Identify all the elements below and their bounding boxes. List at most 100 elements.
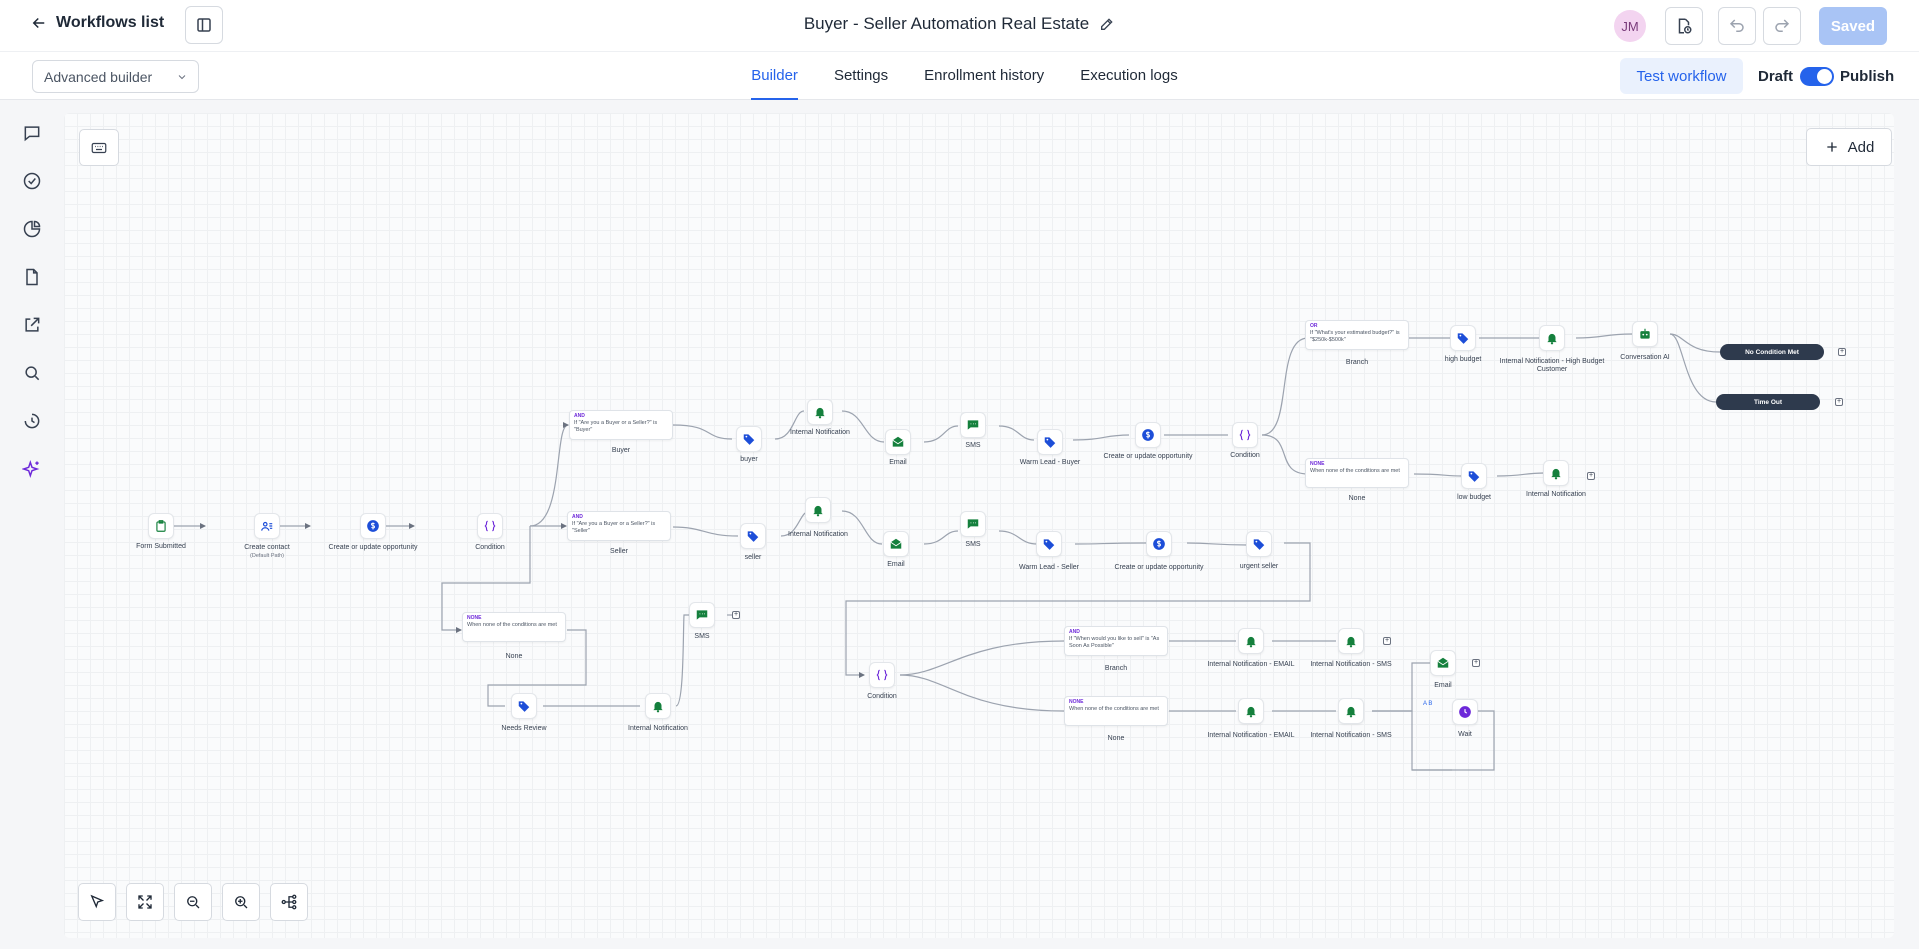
warm-lead-buyer-node[interactable] [1037,429,1063,455]
zoom-out-button[interactable] [174,883,212,921]
version-history-button[interactable] [1665,7,1703,45]
create-contact-node[interactable] [254,513,280,539]
email-seller-node[interactable] [883,531,909,557]
condition-seller-node[interactable] [869,662,895,688]
curly-braces-icon [1239,429,1251,441]
add-step-button[interactable]: + [1383,637,1391,645]
conversation-ai-label: Conversation AI [1620,354,1670,361]
seller-branch-label: Seller [610,548,628,555]
external-link-icon[interactable] [22,315,42,335]
none-sell-condition-card[interactable]: NONE When none of the conditions are met [1064,696,1168,726]
none-condition-card[interactable]: NONE When none of the conditions are met [462,612,566,642]
history-icon[interactable] [22,411,42,431]
notification-low-label: Internal Notification [1526,491,1586,498]
zoom-in-icon [235,896,248,909]
chat-bubble-icon[interactable] [22,123,42,143]
sms-seller-node[interactable] [960,511,986,537]
notification-review-label: Internal Notification [628,725,688,732]
conversation-ai-node[interactable] [1632,321,1658,347]
high-budget-node[interactable] [1450,325,1476,351]
bell-icon [1246,706,1256,718]
add-step-button[interactable]: + [1835,398,1843,406]
notification-low-node[interactable] [1543,460,1569,486]
pencil-icon[interactable] [1099,16,1115,32]
tab-execution-logs[interactable]: Execution logs [1080,52,1178,100]
form-submitted-node[interactable] [148,513,174,539]
condition-node[interactable] [477,513,503,539]
budget-condition-card[interactable]: OR If "What's your estimated budget?" is… [1305,320,1409,350]
create-opportunity-node[interactable] [360,513,386,539]
tab-enrollment-history[interactable]: Enrollment history [924,52,1044,100]
toggle-panel-button[interactable] [185,6,223,44]
arrow-left-icon [32,17,45,29]
notification-sms-1-node[interactable] [1338,628,1364,654]
condition-buyer-node[interactable] [1232,422,1258,448]
bell-icon [1551,468,1561,480]
test-workflow-button[interactable]: Test workflow [1620,58,1743,94]
warm-lead-seller-node[interactable] [1036,531,1062,557]
pie-chart-icon[interactable] [22,219,42,239]
needs-review-node[interactable] [511,693,537,719]
email-end-node[interactable] [1430,650,1456,676]
opportunity-buyer-label: Create or update opportunity [1103,453,1193,460]
sms-buyer-node[interactable] [960,412,986,438]
buyer-branch-label: Buyer [611,447,631,454]
notification-buyer-node[interactable] [807,399,833,425]
file-icon[interactable] [22,267,42,287]
check-circle-icon[interactable] [22,171,42,191]
none-sell-label: None [1107,735,1125,742]
add-step-button[interactable]: + [732,611,740,619]
notification-review-node[interactable] [645,693,671,719]
search-icon[interactable] [22,363,42,383]
tab-settings[interactable]: Settings [834,52,888,100]
workflow-canvas[interactable]: Add Form Submitted Create contact (Defau… [64,113,1894,938]
notification-email-1-node[interactable] [1238,628,1264,654]
notification-email-1-label: Internal Notification - EMAIL [1207,661,1295,668]
back-label: Workflows list [56,14,165,31]
wait-node[interactable] [1452,699,1478,725]
notification-sms-2-node[interactable] [1338,698,1364,724]
chat-icon [967,519,979,529]
email-seller-label: Email [887,561,905,568]
chat-icon [967,420,979,430]
no-condition-met-pill[interactable]: No Condition Met [1720,344,1824,360]
saved-button[interactable]: Saved [1819,7,1887,45]
add-step-button[interactable]: + [1838,348,1846,356]
tag-icon [1468,471,1480,482]
fit-view-button[interactable] [126,883,164,921]
redo-button[interactable] [1763,7,1801,45]
condition-buyer-label: Condition [1230,452,1260,459]
seller-condition-card[interactable]: AND If "Are you a Buyer or a Seller?" is… [567,511,671,541]
sms-review-node[interactable] [689,602,715,628]
add-step-button[interactable]: + [1587,472,1595,480]
select-tool-button[interactable] [78,883,116,921]
bell-icon [1346,706,1356,718]
urgent-seller-node[interactable] [1246,531,1272,557]
builder-mode-select[interactable]: Advanced builder [32,60,199,93]
undo-icon [1729,19,1744,32]
undo-button[interactable] [1718,7,1756,45]
opportunity-seller-node[interactable] [1146,531,1172,557]
time-out-pill[interactable]: Time Out [1716,394,1820,410]
email-buyer-node[interactable] [885,429,911,455]
redo-icon [1775,19,1790,32]
bell-icon [1346,636,1356,648]
none-budget-condition-card[interactable]: NONE When none of the conditions are met [1305,458,1409,488]
sell-timing-condition-card[interactable]: AND If "When would you like to sell" is … [1064,626,1168,656]
opportunity-buyer-node[interactable] [1135,422,1161,448]
avatar[interactable]: JM [1614,10,1646,42]
tab-builder[interactable]: Builder [751,52,798,100]
notification-seller-node[interactable] [805,497,831,523]
notification-email-2-node[interactable] [1238,698,1264,724]
notification-high-budget-node[interactable] [1539,325,1565,351]
publish-toggle[interactable] [1800,67,1834,86]
low-budget-node[interactable] [1461,463,1487,489]
budget-branch-label: Branch [1345,359,1369,366]
auto-layout-button[interactable] [270,883,308,921]
sparkles-icon[interactable] [22,459,42,479]
add-step-button[interactable]: + [1472,659,1480,667]
buyer-condition-card[interactable]: AND If "Are you a Buyer or a Seller?" is… [569,410,673,440]
zoom-in-button[interactable] [222,883,260,921]
tag-buyer-node[interactable] [736,426,762,452]
back-to-workflows-button[interactable]: Workflows list [30,14,164,32]
